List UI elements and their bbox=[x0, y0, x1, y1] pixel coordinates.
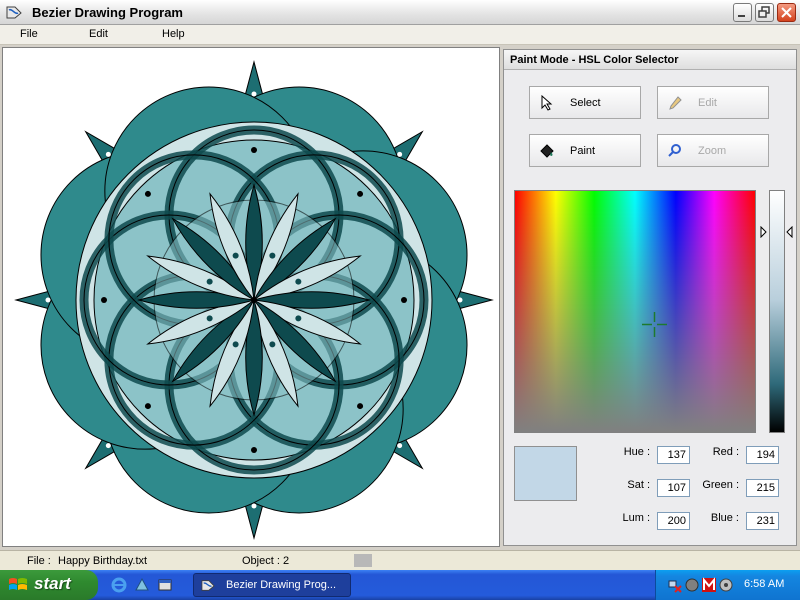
ornament-dot bbox=[397, 443, 403, 449]
menu-file[interactable]: File bbox=[20, 28, 38, 40]
ornament-dot bbox=[232, 341, 239, 348]
blue-field[interactable]: 231 bbox=[746, 512, 779, 530]
ornament-dot bbox=[206, 278, 213, 285]
lum-label: Lum : bbox=[622, 512, 650, 524]
ornament-dot bbox=[269, 341, 276, 348]
luminance-slider[interactable] bbox=[769, 190, 785, 433]
red-field[interactable]: 194 bbox=[746, 446, 779, 464]
drawing-canvas[interactable] bbox=[2, 47, 500, 547]
ornament-dot bbox=[295, 278, 302, 285]
paint-tool-button[interactable]: Paint bbox=[529, 134, 641, 167]
menu-edit[interactable]: Edit bbox=[89, 28, 108, 40]
edit-tool-button[interactable]: Edit bbox=[657, 86, 769, 119]
green-label: Green : bbox=[702, 479, 739, 491]
volume-icon[interactable] bbox=[684, 577, 700, 593]
ornament-dot bbox=[397, 151, 403, 157]
ornament-dot bbox=[144, 403, 151, 410]
minimize-button[interactable] bbox=[733, 3, 752, 22]
start-label: start bbox=[34, 574, 71, 593]
green-field[interactable]: 215 bbox=[746, 479, 779, 497]
sat-label: Sat : bbox=[627, 479, 650, 491]
ornament-dot bbox=[206, 315, 213, 322]
luminance-arrow-left-icon[interactable] bbox=[760, 226, 767, 238]
clock: 6:58 AM bbox=[744, 578, 785, 590]
close-icon bbox=[781, 7, 792, 18]
panel-title: Paint Mode - HSL Color Selector bbox=[504, 50, 796, 70]
color-preview-swatch bbox=[514, 446, 577, 501]
ornament-dot bbox=[105, 443, 111, 449]
ornament-dot bbox=[144, 190, 151, 197]
hue-label: Hue : bbox=[623, 446, 650, 458]
ornament-dot bbox=[251, 91, 257, 97]
paint-bucket-icon bbox=[540, 144, 554, 158]
zoom-tool-button[interactable]: Zoom bbox=[657, 134, 769, 167]
select-tool-button[interactable]: Select bbox=[529, 86, 641, 119]
ornament-dot bbox=[105, 151, 111, 157]
ornament-dot bbox=[232, 252, 239, 259]
ornament-dot bbox=[401, 297, 407, 303]
window-title: Bezier Drawing Program bbox=[32, 5, 183, 20]
windows-logo-icon bbox=[9, 578, 27, 590]
app-icon bbox=[201, 580, 215, 591]
taskbar: start Bezier Drawing Prog... 6:58 AM bbox=[0, 570, 800, 600]
luminance-arrow-right-icon[interactable] bbox=[786, 226, 793, 238]
status-object-count: Object : 2 bbox=[242, 555, 290, 567]
status-bar: File : Happy Birthday.txt Object : 2 bbox=[0, 550, 800, 570]
ornament-dot bbox=[45, 297, 51, 303]
menu-bar: File Edit Help bbox=[0, 25, 800, 45]
color-selector-panel: Paint Mode - HSL Color Selector Select E… bbox=[503, 49, 797, 546]
show-desktop-icon[interactable] bbox=[156, 576, 174, 594]
sat-field[interactable]: 107 bbox=[657, 479, 690, 497]
pencil-icon bbox=[669, 96, 682, 110]
hue-saturation-picker[interactable] bbox=[514, 190, 756, 433]
restore-icon bbox=[758, 6, 770, 18]
media-player-icon[interactable] bbox=[133, 576, 151, 594]
ornament-dot bbox=[251, 447, 257, 453]
ornament-dot bbox=[457, 297, 463, 303]
app-icon bbox=[6, 6, 22, 19]
ornament-dot bbox=[101, 297, 107, 303]
red-label: Red : bbox=[712, 446, 739, 458]
settings-icon[interactable] bbox=[718, 577, 734, 593]
blue-label: Blue : bbox=[710, 512, 739, 524]
status-file-label: File : bbox=[27, 555, 51, 567]
center-dot bbox=[251, 297, 257, 303]
ornament-dot bbox=[251, 147, 257, 153]
select-cursor-icon bbox=[541, 95, 553, 111]
internet-explorer-icon[interactable] bbox=[110, 576, 128, 594]
paint-tool-label: Paint bbox=[570, 145, 596, 157]
antivirus-icon[interactable] bbox=[701, 577, 717, 593]
ornament-dot bbox=[357, 403, 364, 410]
system-tray: 6:58 AM bbox=[655, 570, 800, 600]
start-button[interactable]: start bbox=[0, 570, 98, 600]
ornament-dot bbox=[251, 503, 257, 509]
zoom-tool-label: Zoom bbox=[698, 145, 727, 157]
taskbar-window-button[interactable]: Bezier Drawing Prog... bbox=[193, 573, 351, 597]
taskbar-window-label: Bezier Drawing Prog... bbox=[226, 579, 337, 591]
magnifier-icon bbox=[668, 144, 681, 157]
status-file-name: Happy Birthday.txt bbox=[58, 555, 148, 567]
ornament-dot bbox=[295, 315, 302, 322]
crosshair-icon bbox=[642, 312, 667, 337]
close-button[interactable] bbox=[777, 3, 796, 22]
hue-field[interactable]: 137 bbox=[657, 446, 690, 464]
network-icon[interactable] bbox=[667, 577, 683, 593]
ornament-dot bbox=[269, 252, 276, 259]
ornament-dot bbox=[357, 190, 364, 197]
menu-help[interactable]: Help bbox=[162, 28, 185, 40]
select-tool-label: Select bbox=[570, 97, 601, 109]
edit-tool-label: Edit bbox=[698, 97, 717, 109]
minimize-icon bbox=[738, 15, 745, 17]
restore-button[interactable] bbox=[755, 3, 774, 22]
mandala-drawing[interactable] bbox=[3, 48, 499, 546]
status-indicator bbox=[354, 554, 372, 567]
title-bar[interactable]: Bezier Drawing Program bbox=[0, 0, 800, 25]
lum-field[interactable]: 200 bbox=[657, 512, 690, 530]
